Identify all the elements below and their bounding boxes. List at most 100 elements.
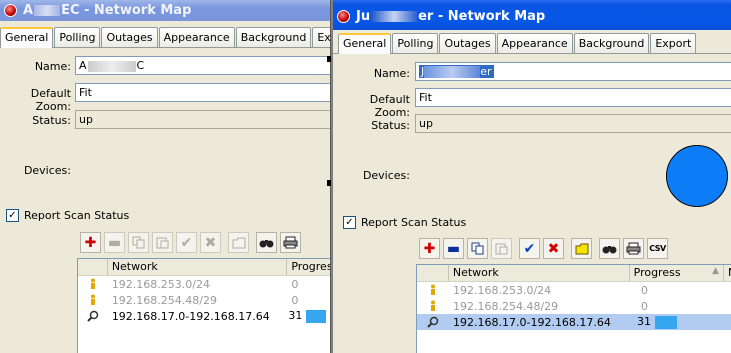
copy-button[interactable]	[128, 232, 149, 253]
minus-icon: ▬	[107, 234, 122, 251]
progress-cell: 31	[631, 315, 726, 329]
find-button[interactable]	[599, 238, 620, 259]
print-button[interactable]	[280, 232, 301, 253]
progress-cell: 0	[641, 299, 648, 313]
table-row-selected[interactable]: 192.168.17.0-192.168.17.64 31	[417, 314, 731, 330]
tab-background[interactable]: Background	[573, 33, 650, 53]
report-scan-status-checkbox[interactable]: ✓ Report Scan Status	[343, 216, 466, 229]
network-cell: 192.168.254.48/29	[453, 299, 559, 313]
tab-general[interactable]: General	[338, 33, 392, 54]
report-scan-status-checkbox[interactable]: ✓ Report Scan Status	[6, 209, 129, 222]
next-column-header[interactable]: N	[724, 265, 731, 281]
tab-general[interactable]: General	[0, 27, 54, 48]
info-person-icon	[90, 278, 95, 289]
binoculars-icon	[602, 245, 617, 253]
accept-button[interactable]: ✔	[519, 238, 540, 259]
resize-handle[interactable]	[327, 56, 331, 62]
add-button[interactable]: ✚	[80, 232, 101, 253]
find-button[interactable]	[256, 232, 277, 253]
copy-icon	[132, 236, 145, 249]
remove-button[interactable]: ▬	[443, 238, 464, 259]
binoculars-icon	[259, 239, 274, 247]
x-icon: ✖	[547, 240, 560, 257]
networks-table: Network Progress▲ N 192.168.253.0/24 0 1…	[416, 264, 731, 353]
print-button[interactable]	[623, 238, 644, 259]
folder-button[interactable]	[571, 238, 592, 259]
progress-bar	[655, 315, 677, 329]
name-field[interactable]: Jer	[415, 62, 731, 81]
table-row[interactable]: 192.168.17.0-192.168.17.64 31	[78, 308, 330, 324]
devices-label: Devices:	[362, 169, 410, 182]
network-column-header[interactable]: Network	[108, 259, 288, 275]
cancel-button[interactable]: ✖	[543, 238, 564, 259]
default-zoom-label: Default Zoom:	[369, 93, 410, 119]
default-zoom-field[interactable]: Fit	[75, 83, 330, 102]
tab-background[interactable]: Background	[235, 27, 312, 47]
export-csv-button[interactable]: CSV	[647, 238, 668, 259]
resize-handle[interactable]	[327, 180, 331, 186]
report-scan-status-label: Report Scan Status	[24, 209, 130, 222]
printer-icon	[626, 242, 641, 255]
device-node[interactable]	[666, 145, 728, 207]
network-cell: 192.168.17.0-192.168.17.64	[111, 309, 270, 323]
folder-icon	[232, 237, 245, 248]
default-zoom-field[interactable]: Fit	[415, 88, 731, 107]
default-zoom-label: Default Zoom:	[30, 87, 71, 113]
progress-cell: 0	[291, 277, 299, 291]
tab-polling[interactable]: Polling	[392, 33, 439, 53]
network-map-window-2: Ju er - Network Map General Polling Outag…	[333, 0, 731, 353]
network-cell: 192.168.17.0-192.168.17.64	[453, 315, 611, 329]
checkbox-box[interactable]: ✓	[6, 209, 19, 222]
progress-cell: 31	[287, 309, 330, 323]
progress-column-header[interactable]: Progres	[287, 259, 330, 275]
progress-cell: 0	[291, 293, 299, 307]
table-row[interactable]: 192.168.253.0/24 0	[78, 276, 330, 292]
tab-appearance[interactable]: Appearance	[496, 33, 573, 53]
accept-button[interactable]: ✔	[176, 232, 197, 253]
app-icon	[4, 4, 17, 17]
table-row[interactable]: 192.168.254.48/29 0	[78, 292, 330, 308]
tab-outages[interactable]: Outages	[101, 27, 158, 47]
network-column-header[interactable]: Network	[449, 265, 630, 281]
remove-button[interactable]: ▬	[104, 232, 125, 253]
icon-column-header[interactable]	[417, 265, 449, 281]
plus-icon: ✚	[423, 240, 436, 257]
report-scan-status-label: Report Scan Status	[361, 216, 467, 229]
window-title: A EC - Network Map	[23, 3, 192, 18]
checkmark-icon: ✔	[523, 240, 536, 257]
tab-bar: General Polling Outages Appearance Backg…	[0, 27, 330, 48]
sort-ascending-icon: ▲	[712, 266, 720, 276]
tab-export[interactable]: Export	[312, 27, 330, 47]
window-title: Ju er - Network Map	[356, 8, 546, 24]
info-person-icon	[90, 294, 95, 305]
cancel-button[interactable]: ✖	[200, 232, 221, 253]
titlebar[interactable]: Ju er - Network Map	[333, 0, 731, 30]
tab-appearance[interactable]: Appearance	[158, 27, 235, 47]
progress-column-header[interactable]: Progress ▲	[630, 265, 725, 281]
add-button[interactable]: ✚	[419, 238, 440, 259]
table-row[interactable]: 192.168.254.48/29 0	[417, 298, 731, 314]
app-icon	[337, 9, 350, 23]
name-label: Name:	[34, 60, 71, 73]
network-cell: 192.168.253.0/24	[111, 277, 210, 291]
copy-button[interactable]	[467, 238, 488, 259]
titlebar[interactable]: A EC - Network Map	[0, 0, 330, 21]
tab-polling[interactable]: Polling	[54, 27, 101, 47]
table-row[interactable]: 192.168.253.0/24 0	[417, 282, 731, 298]
folder-icon	[575, 243, 588, 254]
checkbox-box[interactable]: ✓	[343, 216, 356, 229]
network-cell: 192.168.254.48/29	[111, 293, 217, 307]
name-field[interactable]: AC	[75, 56, 330, 75]
paste-button[interactable]	[491, 238, 512, 259]
status-field: up	[415, 114, 731, 133]
tab-export[interactable]: Export	[650, 33, 697, 53]
folder-button[interactable]	[228, 232, 249, 253]
tab-outages[interactable]: Outages	[439, 33, 496, 53]
info-person-icon	[431, 284, 435, 295]
toolbar: ✚ ▬ ✔ ✖ CSV	[419, 238, 668, 259]
icon-column-header[interactable]	[78, 259, 108, 275]
printer-icon	[283, 236, 298, 249]
status-label: Status:	[371, 119, 410, 132]
paste-button[interactable]	[152, 232, 173, 253]
status-field: up	[75, 110, 330, 129]
